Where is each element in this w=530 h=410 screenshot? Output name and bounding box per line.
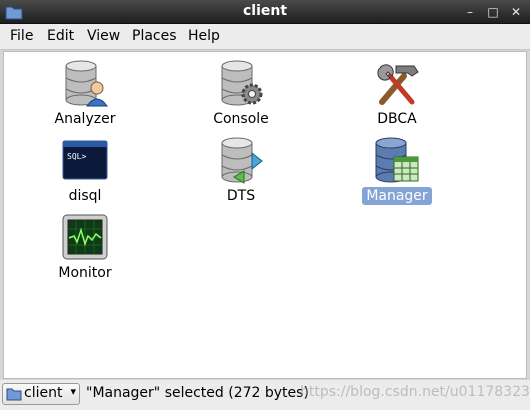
file-label: disql	[68, 188, 102, 204]
menu-edit[interactable]: Edit	[47, 28, 74, 44]
db-gear-icon	[221, 60, 263, 106]
menu-help[interactable]: Help	[188, 28, 220, 44]
menu-view[interactable]: View	[87, 28, 120, 44]
monitor-icon	[62, 214, 108, 260]
menu-file[interactable]: File	[10, 28, 33, 44]
watermark: https://blog.csdn.net/u011783233	[300, 384, 530, 400]
file-analyzer[interactable]: Analyzer	[40, 58, 130, 128]
file-manager[interactable]: Manager	[352, 135, 442, 205]
minimize-button[interactable]: –	[462, 4, 478, 20]
terminal-icon: SQL>	[62, 140, 108, 180]
file-label: Analyzer	[54, 111, 116, 127]
file-console[interactable]: Console	[196, 58, 286, 128]
location-dropdown[interactable]: client ▾	[2, 383, 80, 405]
close-button[interactable]: ✕	[508, 4, 524, 20]
title-bar: client – □ ✕	[0, 0, 530, 24]
status-text: "Manager" selected (272 bytes)	[86, 385, 309, 401]
file-label: DBCA	[377, 111, 417, 127]
tools-icon	[377, 64, 419, 105]
file-label: Manager	[362, 187, 432, 205]
folder-icon	[6, 388, 22, 401]
db-user-icon	[65, 60, 108, 107]
menu-bar: File Edit View Places Help	[0, 24, 530, 50]
file-label: DTS	[226, 188, 256, 204]
file-label: Console	[213, 111, 269, 127]
chevron-down-icon: ▾	[70, 385, 76, 398]
file-disql[interactable]: SQL> disql	[40, 135, 130, 205]
maximize-button[interactable]: □	[485, 4, 501, 20]
terminal-prompt: SQL>	[67, 152, 86, 161]
file-dbca[interactable]: DBCA	[352, 58, 442, 128]
window-title: client	[242, 3, 288, 19]
db-transfer-icon	[221, 137, 263, 184]
file-label: Monitor	[58, 265, 112, 281]
menu-places[interactable]: Places	[132, 28, 177, 44]
file-view[interactable]: Analyzer Console DBCA SQL> disql DTS Man…	[3, 51, 527, 379]
db-table-icon	[375, 137, 419, 183]
location-value: client	[24, 385, 63, 401]
file-dts[interactable]: DTS	[196, 135, 286, 205]
status-bar: client ▾ "Manager" selected (272 bytes) …	[0, 380, 530, 410]
file-monitor[interactable]: Monitor	[40, 212, 130, 282]
